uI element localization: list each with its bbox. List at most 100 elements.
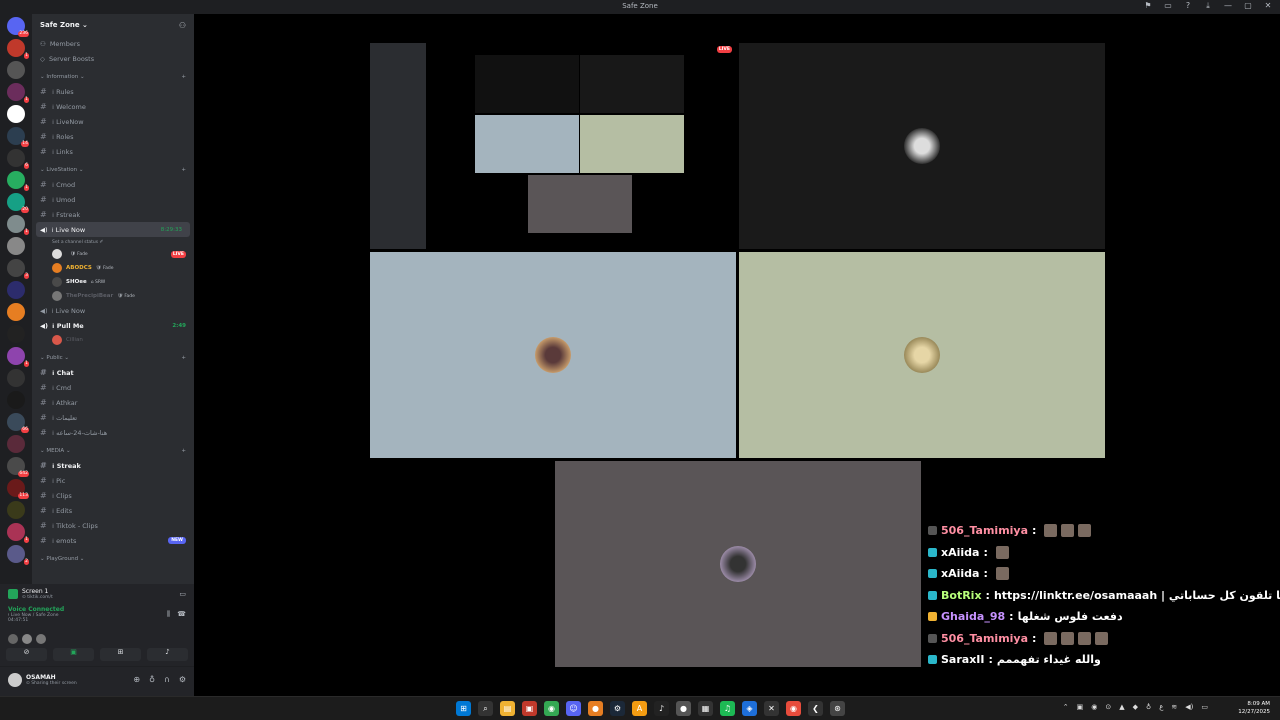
screen-share-row[interactable]: Screen 1 ⊙ tiktik.com/t ▭ bbox=[0, 584, 194, 604]
server-icon[interactable]: 642 bbox=[7, 457, 29, 477]
server-icon[interactable]: 1 bbox=[7, 83, 29, 103]
server-icon[interactable] bbox=[7, 105, 25, 123]
add-channel-icon[interactable]: + bbox=[181, 74, 186, 80]
inbox-icon[interactable]: ⚑ bbox=[1142, 1, 1154, 11]
voice-channel-pull-me[interactable]: ◀) ⁞ Pull Me 2:49 bbox=[32, 318, 194, 333]
steam-icon[interactable]: ⚙ bbox=[610, 701, 625, 716]
server-icon[interactable] bbox=[7, 281, 25, 299]
server-icon[interactable]: 14 bbox=[7, 127, 29, 147]
voice-user[interactable]: SHOee ⌂ SRW bbox=[32, 275, 194, 289]
gamepad-icon[interactable]: ⊕ bbox=[133, 675, 140, 684]
stream-tile-user-2[interactable] bbox=[370, 252, 736, 458]
settings-gear-icon[interactable]: ⚙ bbox=[179, 675, 186, 684]
members-link[interactable]: ⚇ Members bbox=[32, 36, 194, 51]
server-icon[interactable] bbox=[7, 501, 25, 519]
public-channel[interactable]: # ⁞ تعليمات bbox=[32, 410, 194, 425]
discord-icon[interactable]: ☺ bbox=[566, 701, 581, 716]
category-livestation[interactable]: ⌄ LiveStation ⌄ + bbox=[32, 163, 194, 177]
chevron-up-icon[interactable]: ⌃ bbox=[1063, 703, 1069, 711]
app-red-icon[interactable]: ▣ bbox=[522, 701, 537, 716]
help-icon[interactable]: ? bbox=[1182, 1, 1194, 11]
tray-app-icon[interactable]: ⊙ bbox=[1105, 703, 1111, 711]
category-playground[interactable]: ⌄ PlayGround ⌄ bbox=[32, 552, 194, 566]
info-channel[interactable]: # ⁞ Rules bbox=[32, 84, 194, 99]
voice-status[interactable]: Voice Connected bbox=[8, 606, 186, 613]
add-channel-icon[interactable]: + bbox=[181, 355, 186, 361]
download-icon[interactable]: ⤓ bbox=[1202, 1, 1214, 11]
livestation-channel[interactable]: # ⁞ Fstreak bbox=[32, 207, 194, 222]
app-orange-icon[interactable]: ● bbox=[588, 701, 603, 716]
server-icon[interactable]: 113 bbox=[7, 479, 29, 499]
microphone-icon[interactable]: ♁ bbox=[149, 675, 155, 684]
channel-status[interactable]: Set a channel status ✐ bbox=[32, 237, 194, 247]
stream-tile-user-3[interactable] bbox=[739, 252, 1105, 458]
wifi-icon[interactable]: ≋ bbox=[1171, 703, 1177, 711]
tray-app-icon[interactable]: ◉ bbox=[1091, 703, 1097, 711]
category-media[interactable]: ⌄ MEDIA ⌄ + bbox=[32, 444, 194, 458]
server-icon[interactable]: 1 bbox=[7, 171, 29, 191]
server-icon[interactable] bbox=[7, 61, 25, 79]
server-icon[interactable] bbox=[7, 369, 25, 387]
windows-start-icon[interactable]: ⊞ bbox=[456, 701, 471, 716]
livestation-channel[interactable]: # ⁞ Cmod bbox=[32, 177, 194, 192]
server-boosts-link[interactable]: ◇ Server Boosts bbox=[32, 51, 194, 66]
stop-share-icon[interactable]: ▭ bbox=[179, 590, 186, 598]
activities-icon[interactable]: ⊞ bbox=[100, 648, 141, 661]
category-public[interactable]: ⌄ Public ⌄ + bbox=[32, 351, 194, 365]
disconnect-icon[interactable]: ☎ bbox=[177, 610, 186, 618]
media-channel[interactable]: # ⁞ emots NEW bbox=[32, 533, 194, 548]
signal-icon[interactable]: ⫼ bbox=[167, 610, 170, 619]
soundboard-icon[interactable]: ♪ bbox=[147, 648, 188, 661]
stream-tile-user-1[interactable] bbox=[739, 43, 1105, 249]
server-icon[interactable]: 1 bbox=[7, 347, 29, 367]
camera-off-icon[interactable]: ⊘ bbox=[6, 648, 47, 661]
voice-user[interactable]: 🛡 Fade LIVE bbox=[32, 247, 194, 261]
add-channel-icon[interactable]: + bbox=[181, 448, 186, 454]
category-information[interactable]: ⌄ Information ⌄ + bbox=[32, 70, 194, 84]
server-icon[interactable]: 20 bbox=[7, 193, 29, 213]
app-qr-icon[interactable]: ▦ bbox=[698, 701, 713, 716]
server-icon[interactable] bbox=[7, 391, 25, 409]
minimize-icon[interactable]: — bbox=[1222, 1, 1234, 11]
user-info[interactable]: OSAMAH ⊙ Sharing their screen bbox=[8, 673, 77, 687]
app-gray-icon[interactable]: ● bbox=[676, 701, 691, 716]
microphone-icon[interactable]: ♁ bbox=[1146, 703, 1151, 711]
media-channel[interactable]: # ⁞ Pic bbox=[32, 473, 194, 488]
public-channel[interactable]: # ⁞ Chat bbox=[32, 365, 194, 380]
livestation-channel[interactable]: # ⁞ Umod bbox=[32, 192, 194, 207]
tray-app-icon[interactable]: ▣ bbox=[1077, 703, 1084, 711]
server-icon[interactable]: 2 bbox=[7, 545, 29, 565]
media-channel[interactable]: # ⁞ Edits bbox=[32, 503, 194, 518]
screen-share-button-icon[interactable]: ▣ bbox=[53, 648, 94, 661]
voice-user[interactable]: ThePrecipiBear 🛡 Fade bbox=[32, 289, 194, 303]
add-channel-icon[interactable]: + bbox=[181, 167, 186, 173]
app-blue-icon[interactable]: ◈ bbox=[742, 701, 757, 716]
info-channel[interactable]: # ⁞ Links bbox=[32, 144, 194, 159]
chrome-icon[interactable]: ◉ bbox=[544, 701, 559, 716]
voice-user[interactable]: ABODCS 🛡 Fade bbox=[32, 261, 194, 275]
server-icon[interactable]: 1 bbox=[7, 39, 29, 59]
server-icon[interactable] bbox=[7, 237, 25, 255]
headphones-icon[interactable]: ∩ bbox=[164, 675, 170, 684]
guild-header[interactable]: Safe Zone ⌄ ⚇ bbox=[32, 14, 194, 36]
spotify-icon[interactable]: ♫ bbox=[720, 701, 735, 716]
public-channel[interactable]: # ⁞ Athkar bbox=[32, 395, 194, 410]
voice-channel-live-now[interactable]: ◀) ⁞ Live Now 8:29:33 bbox=[36, 222, 190, 237]
info-channel[interactable]: # ⁞ Welcome bbox=[32, 99, 194, 114]
clock[interactable]: 8:09 AM 12/27/2025 bbox=[1238, 700, 1270, 716]
voice-channel-live-now-2[interactable]: ◀) ⁞ Live Now bbox=[32, 303, 194, 318]
stream-tile-screen[interactable]: LIVE bbox=[370, 43, 736, 249]
server-icon[interactable]: 236 bbox=[7, 17, 29, 37]
server-icon[interactable]: 1 bbox=[7, 215, 29, 235]
maximize-icon[interactable]: ▢ bbox=[1242, 1, 1254, 11]
app-circle-icon[interactable]: ⊛ bbox=[830, 701, 845, 716]
app-a-icon[interactable]: A bbox=[632, 701, 647, 716]
server-icon[interactable]: 66 bbox=[7, 413, 29, 433]
server-icon[interactable] bbox=[7, 303, 25, 321]
screen-icon[interactable]: ▭ bbox=[1162, 1, 1174, 11]
info-channel[interactable]: # ⁞ LiveNow bbox=[32, 114, 194, 129]
tray-app-icon[interactable]: ◆ bbox=[1133, 703, 1138, 711]
server-icon[interactable] bbox=[7, 435, 25, 453]
media-channel[interactable]: # ⁞ Clips bbox=[32, 488, 194, 503]
server-icon[interactable]: 1 bbox=[7, 523, 29, 543]
